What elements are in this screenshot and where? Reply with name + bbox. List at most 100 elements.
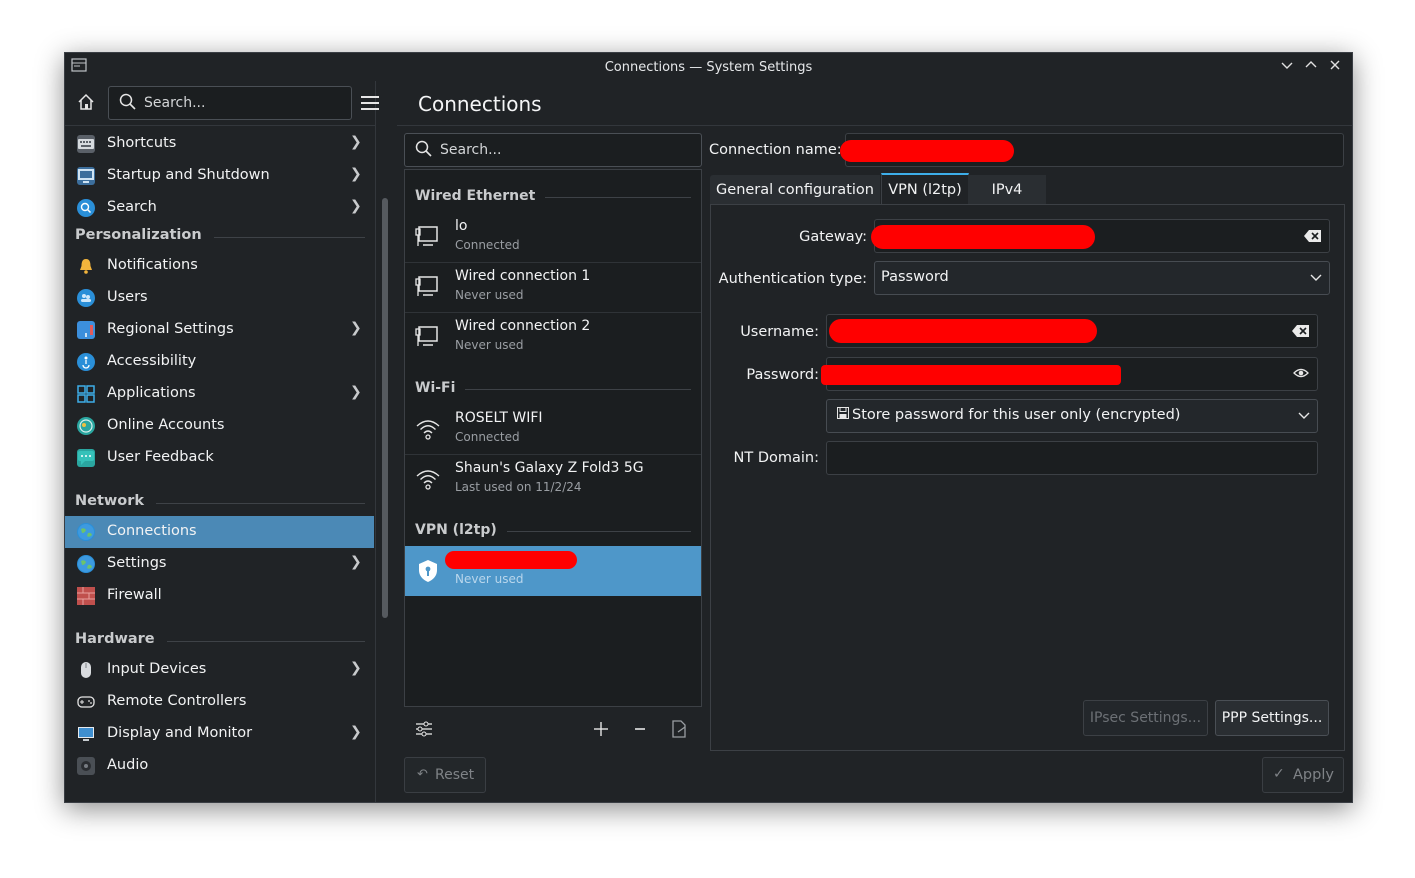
- wired-icon: [415, 224, 441, 250]
- chevron-right-icon: ❯: [350, 724, 362, 740]
- connection-item-vpn[interactable]: Never used: [405, 546, 701, 596]
- tab-general-configuration[interactable]: General configuration: [710, 175, 880, 205]
- editor-tabs: General configuration VPN (l2tp) IPv4: [710, 173, 1350, 207]
- ppp-settings-button[interactable]: PPP Settings...: [1215, 700, 1329, 736]
- apply-button[interactable]: ✓ Apply: [1262, 757, 1344, 793]
- add-icon[interactable]: [591, 719, 611, 739]
- sidebar-item-label: Connections: [107, 523, 197, 539]
- show-password-eye-icon[interactable]: [1292, 365, 1310, 379]
- section-heading-label: Network: [75, 493, 157, 509]
- sidebar-item-label: Settings: [107, 555, 167, 571]
- sidebar-item-remote-controllers[interactable]: Remote Controllers: [65, 686, 374, 718]
- group-heading-label: VPN (l2tp): [415, 522, 507, 538]
- home-icon[interactable]: [75, 91, 99, 115]
- nt-domain-field[interactable]: [826, 441, 1318, 475]
- group-heading-wifi: Wi-Fi: [415, 378, 691, 400]
- password-storage-select[interactable]: Store password for this user only (encry…: [826, 399, 1318, 433]
- password-field[interactable]: [821, 357, 1318, 391]
- sidebar-item-regional-settings[interactable]: Regional Settings ❯: [65, 314, 374, 346]
- connection-item-lo[interactable]: lo Connected: [405, 212, 701, 263]
- minimize-icon[interactable]: [1278, 58, 1296, 76]
- sidebar-item-label: User Feedback: [107, 449, 214, 465]
- flag-icon: [77, 321, 95, 339]
- chevron-right-icon: ❯: [350, 554, 362, 570]
- clear-text-icon[interactable]: [1292, 323, 1310, 337]
- connection-item-galaxy-fold[interactable]: Shaun's Galaxy Z Fold3 5G Last used on 1…: [405, 454, 701, 504]
- sidebar-item-audio[interactable]: Audio: [65, 750, 374, 782]
- connection-item-roselt-wifi[interactable]: ROSELT WIFI Connected: [405, 404, 701, 455]
- chevron-down-icon: [1309, 269, 1323, 283]
- configure-icon[interactable]: [414, 719, 434, 739]
- hamburger-menu-icon[interactable]: [361, 95, 379, 111]
- redacted-password-value: [821, 365, 1121, 385]
- chevron-right-icon: ❯: [350, 320, 362, 336]
- wifi-icon: [415, 466, 441, 492]
- connection-name: ROSELT WIFI: [455, 410, 543, 426]
- remove-icon[interactable]: [630, 719, 650, 739]
- online-accounts-icon: [77, 417, 95, 435]
- group-heading-label: Wired Ethernet: [415, 188, 546, 204]
- sidebar-item-firewall[interactable]: Firewall: [65, 580, 374, 612]
- authentication-type-select[interactable]: Password: [874, 261, 1330, 295]
- sidebar-item-label: Input Devices: [107, 661, 207, 677]
- connections-toolbar: [404, 709, 700, 749]
- sidebar-item-label: Applications: [107, 385, 196, 401]
- main-content: Connections Search... Wired Ethernet lo …: [397, 81, 1352, 802]
- sidebar-item-label: Search: [107, 199, 157, 215]
- sidebar-item-connections[interactable]: Connections: [65, 516, 374, 548]
- sidebar-item-label: Users: [107, 289, 148, 305]
- reset-button[interactable]: ↶ Reset: [404, 757, 486, 793]
- sidebar-item-search[interactable]: Search ❯: [65, 192, 374, 224]
- sidebar-item-label: Audio: [107, 757, 149, 773]
- tab-vpn-l2tp[interactable]: VPN (l2tp): [881, 173, 969, 207]
- sidebar-item-label: Accessibility: [107, 353, 197, 369]
- search-globe-icon: [77, 199, 95, 217]
- sidebar-item-input-devices[interactable]: Input Devices ❯: [65, 654, 374, 686]
- sidebar-item-display-monitor[interactable]: Display and Monitor ❯: [65, 718, 374, 750]
- sidebar-item-shortcuts[interactable]: Shortcuts ❯: [65, 128, 374, 160]
- maximize-icon[interactable]: [1302, 58, 1320, 76]
- close-icon[interactable]: [1326, 58, 1344, 76]
- ppp-settings-label: PPP Settings...: [1221, 710, 1323, 726]
- connection-status: Never used: [455, 338, 524, 352]
- sidebar-item-network-settings[interactable]: Settings ❯: [65, 548, 374, 580]
- gateway-field[interactable]: [871, 219, 1330, 253]
- sidebar-scrollbar[interactable]: [382, 198, 388, 618]
- sidebar-item-accessibility[interactable]: Accessibility: [65, 346, 374, 378]
- tab-ipv4[interactable]: IPv4: [968, 175, 1046, 205]
- connection-item-wired-2[interactable]: Wired connection 2 Never used: [405, 312, 701, 362]
- sidebar-item-label: Display and Monitor: [107, 725, 253, 741]
- group-heading-label: Wi-Fi: [415, 380, 466, 396]
- connection-name: lo: [455, 218, 468, 234]
- sidebar-item-online-accounts[interactable]: Online Accounts: [65, 410, 374, 442]
- chevron-right-icon: ❯: [350, 384, 362, 400]
- tab-label: IPv4: [991, 182, 1023, 198]
- sidebar-item-label: Startup and Shutdown: [107, 167, 270, 183]
- clear-text-icon[interactable]: [1304, 228, 1322, 242]
- sidebar-item-user-feedback[interactable]: User Feedback: [65, 442, 374, 474]
- search-icon: [119, 93, 137, 115]
- sidebar-item-startup-shutdown[interactable]: Startup and Shutdown ❯: [65, 160, 374, 192]
- globe-settings-icon: [77, 555, 95, 573]
- chevron-right-icon: ❯: [350, 660, 362, 676]
- connections-search-input[interactable]: Search...: [404, 133, 702, 167]
- window-title: Connections — System Settings: [604, 60, 813, 75]
- sidebar-item-notifications[interactable]: Notifications: [65, 250, 374, 282]
- checkmark-icon: ✓: [1273, 766, 1285, 782]
- sidebar-item-applications[interactable]: Applications ❯: [65, 378, 374, 410]
- sidebar-item-label: Notifications: [107, 257, 198, 273]
- users-icon: [77, 289, 95, 307]
- sidebar-search-input[interactable]: Search...: [108, 86, 352, 120]
- ipsec-settings-button[interactable]: IPsec Settings...: [1083, 700, 1208, 736]
- tab-label: General configuration: [716, 182, 874, 198]
- connection-item-wired-1[interactable]: Wired connection 1 Never used: [405, 262, 701, 313]
- redacted-connection-name-value: [840, 140, 1014, 162]
- sidebar-item-users[interactable]: Users: [65, 282, 374, 314]
- connection-name-field[interactable]: [840, 133, 1344, 167]
- sidebar: Search... Shortcuts ❯ Startup and Shutdo…: [65, 81, 379, 802]
- undo-icon: ↶: [417, 767, 428, 782]
- username-field[interactable]: [826, 314, 1318, 348]
- password-storage-value: Store password for this user only (encry…: [852, 407, 1181, 423]
- export-icon[interactable]: [669, 719, 689, 739]
- accessibility-icon: [77, 353, 95, 371]
